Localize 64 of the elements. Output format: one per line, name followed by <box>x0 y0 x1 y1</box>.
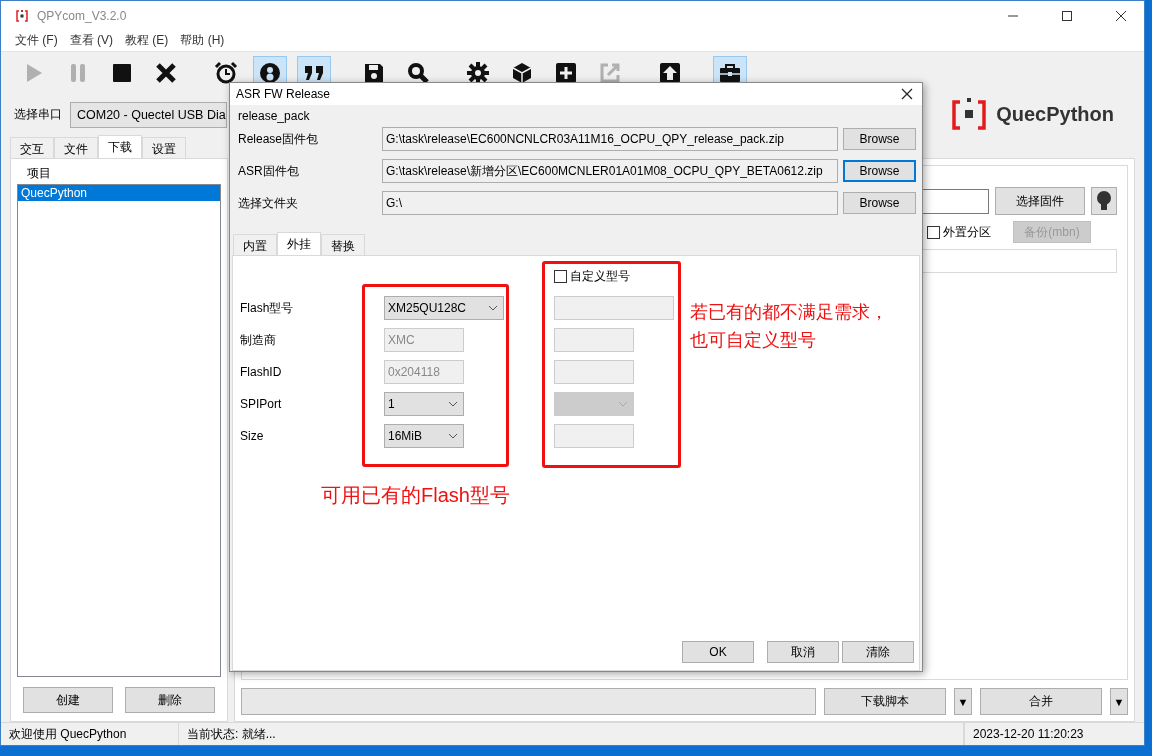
checkbox-label: 自定义型号 <box>570 267 630 285</box>
annotation-text: 若已有的都不满足需求，也可自定义型号 <box>690 301 889 352</box>
tab[interactable]: 外挂 <box>277 232 321 255</box>
checkbox[interactable] <box>927 225 940 239</box>
field-label: 选择文件夹 <box>238 194 299 212</box>
status-text: 2023-12-20 11:20:23 <box>964 723 1144 745</box>
checkbox[interactable] <box>554 269 567 283</box>
menu-item[interactable]: 帮助 (H) <box>180 31 225 49</box>
select-firmware-button[interactable]: 选择固件 <box>995 187 1085 216</box>
menu-item[interactable]: 查看 (V) <box>69 31 113 49</box>
field-label: ASR固件包 <box>238 162 300 180</box>
dropdown[interactable]: 16MiB <box>384 424 464 448</box>
status-text: 欢迎使用 QuecPython <box>1 723 179 745</box>
action-button[interactable]: 下载脚本 <box>824 688 946 716</box>
field-label: 制造商 <box>240 331 277 349</box>
browse-button[interactable]: Browse <box>843 128 916 150</box>
path-field[interactable]: G:\task\release\新增分区\EC600MCNLER01A01M08_OCPU_QPY_BETA0612.zip <box>382 159 838 183</box>
window-title: QPYcom_V3.2.0 <box>37 8 128 23</box>
group-title: release_pack <box>238 109 310 123</box>
dialog-button[interactable]: OK <box>682 641 754 663</box>
field-label: Size <box>240 429 265 443</box>
dialog-title: ASR FW Release <box>236 87 332 101</box>
dropdown[interactable]: 1 <box>384 392 464 416</box>
app-logo-icon <box>15 8 29 23</box>
logo-text: QuecPython <box>996 103 1114 127</box>
field-label: FlashID <box>240 365 283 379</box>
action-button[interactable]: 删除 <box>125 687 215 714</box>
field-label: SPIPort <box>240 397 283 411</box>
input-field[interactable] <box>554 424 634 448</box>
input-field[interactable] <box>554 296 674 320</box>
action-button[interactable]: 创建 <box>23 687 113 714</box>
port-label: 选择串口 <box>14 106 62 124</box>
tab[interactable]: 内置 <box>233 234 277 255</box>
path-field[interactable]: G:\task\release\EC600NCNLCR03A11M16_OCPU_QPY_release_pack.zip <box>382 127 838 151</box>
tab[interactable]: 设置 <box>142 137 186 159</box>
list-item[interactable]: QuecPython <box>18 185 220 202</box>
tab[interactable]: 文件 <box>54 137 98 159</box>
field-label: Release固件包 <box>238 130 320 148</box>
menu-item[interactable]: 教程 (E) <box>125 31 169 49</box>
action-button[interactable]: 合并 <box>980 688 1102 716</box>
browse-button[interactable]: Browse <box>843 160 916 182</box>
lightbulb-icon[interactable] <box>1091 187 1117 216</box>
menu-item[interactable]: 文件 (F) <box>15 31 58 49</box>
tab[interactable]: 替换 <box>321 234 365 255</box>
dropdown-button[interactable]: ▼ <box>954 688 972 716</box>
annotation-text: 可用已有的Flash型号 <box>321 483 510 508</box>
status-text: 当前状态: 就绪... <box>179 723 964 745</box>
group-title: 项目 <box>27 165 52 183</box>
browse-button[interactable]: Browse <box>843 192 916 214</box>
chevron-icon <box>616 399 630 409</box>
dialog-button[interactable]: 取消 <box>767 641 839 663</box>
chevron-icon <box>486 303 500 313</box>
path-field[interactable]: G:\ <box>382 191 838 215</box>
dialog-button[interactable]: 清除 <box>842 641 914 663</box>
dropdown-button[interactable]: ▼ <box>1110 688 1128 716</box>
chevron-icon <box>446 399 460 409</box>
tab[interactable]: 交互 <box>10 137 54 159</box>
dropdown[interactable]: XM25QU128C <box>384 296 504 320</box>
chevron-icon <box>446 431 460 441</box>
tab[interactable]: 下载 <box>98 135 142 159</box>
checkbox-label: 外置分区 <box>943 223 991 241</box>
field-label: Flash型号 <box>240 299 295 317</box>
input-field[interactable] <box>241 688 816 716</box>
port-dropdown[interactable]: COM20 - Quectel USB Dia <box>70 101 227 128</box>
